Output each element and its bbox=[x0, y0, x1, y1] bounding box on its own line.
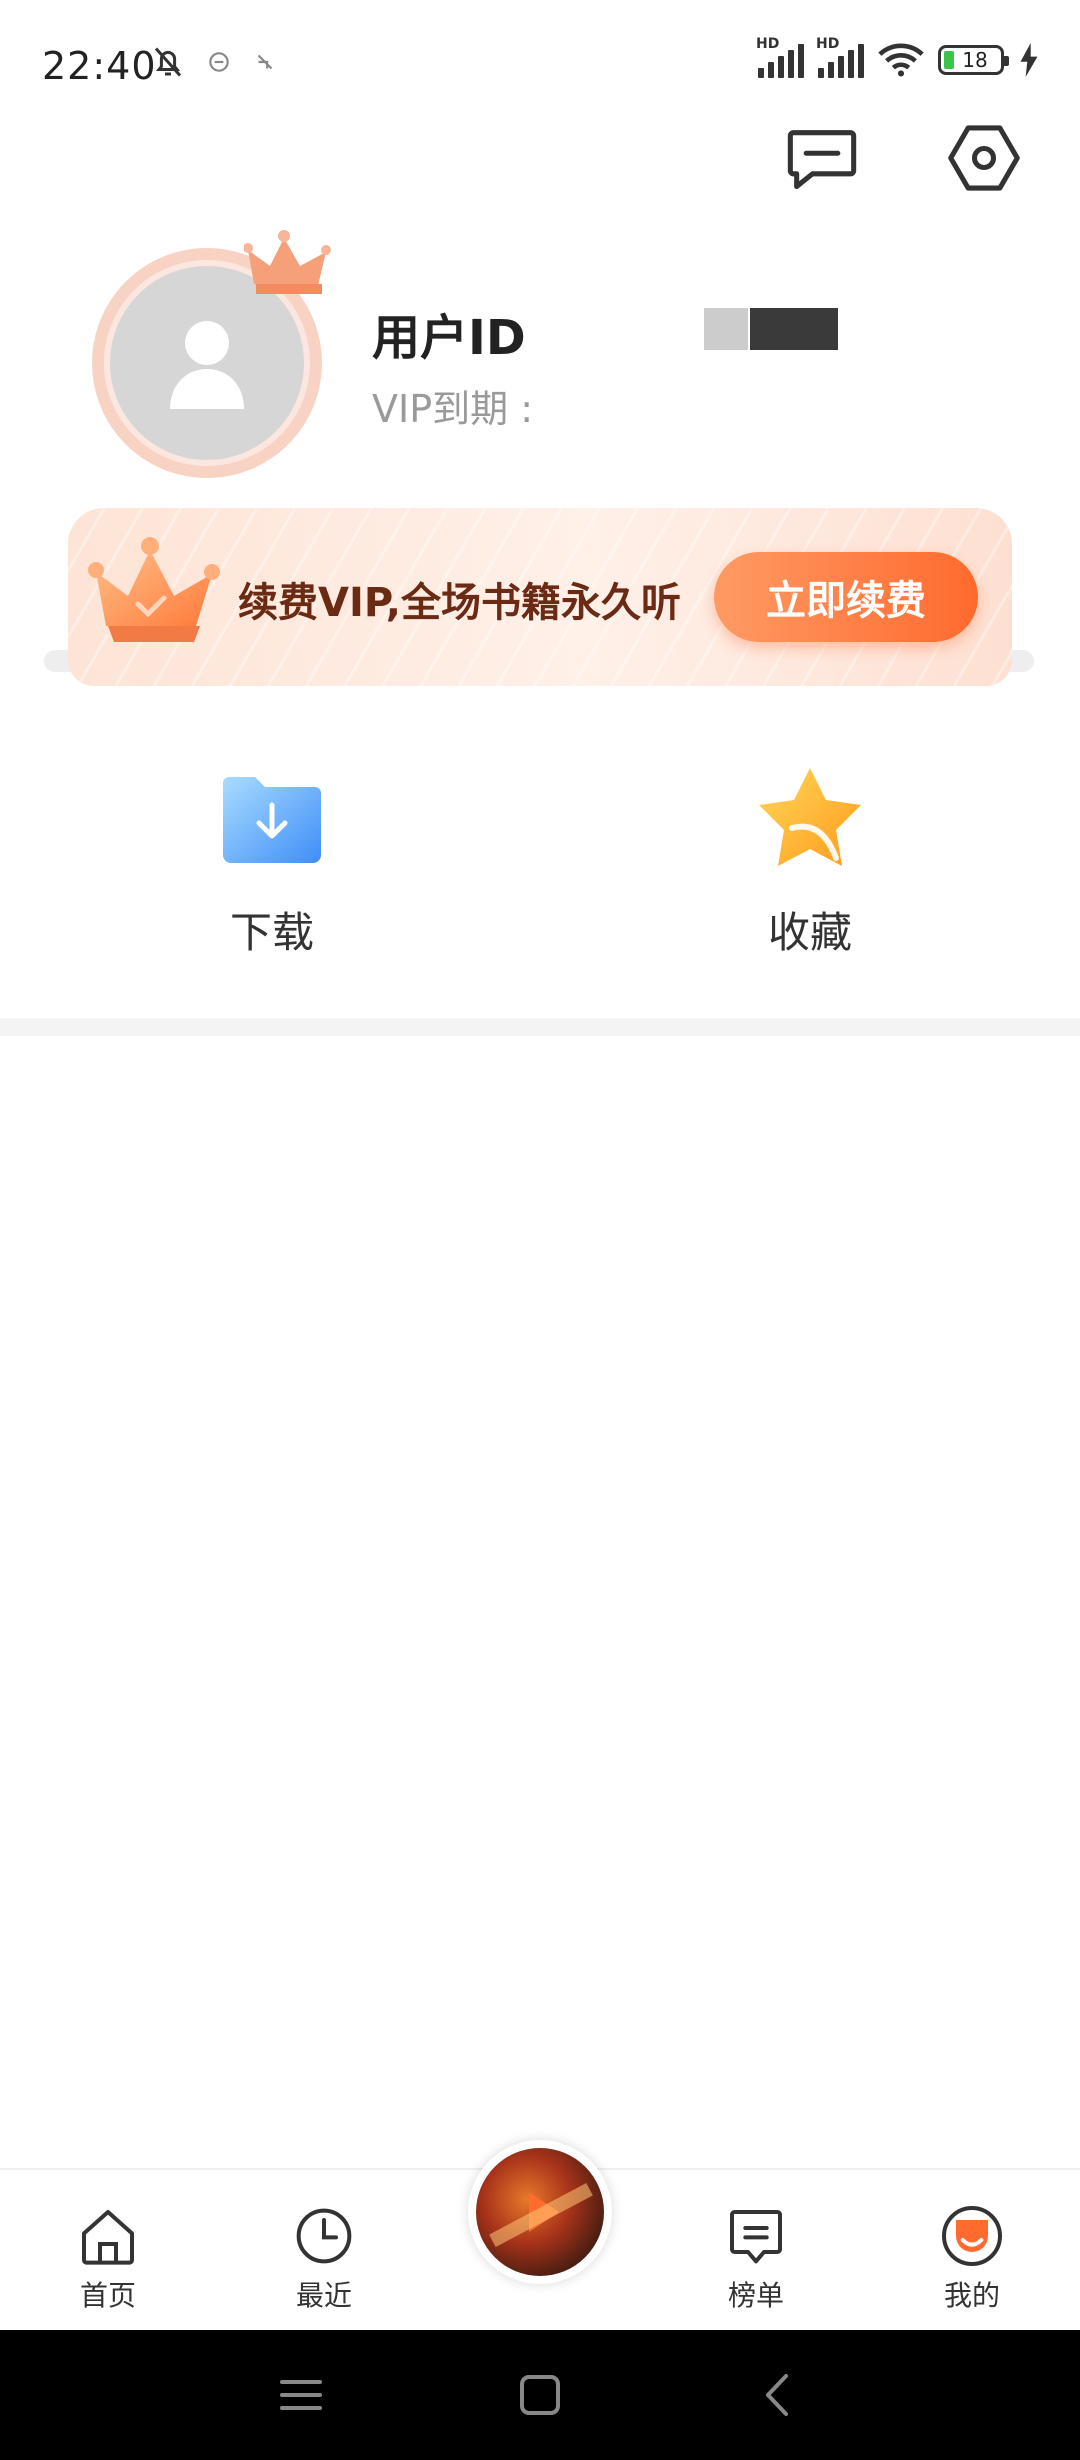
status-time: 22:40 bbox=[42, 44, 157, 88]
default-user-icon bbox=[170, 321, 244, 409]
tab-recent-label: 最近 bbox=[295, 2279, 352, 2312]
status-right-icons: HD HD 18 bbox=[756, 36, 1040, 78]
status-bar: 22:40 HD HD 18 bbox=[0, 0, 1080, 130]
favorites-label: 收藏 bbox=[767, 908, 852, 957]
signal-icon: HD bbox=[756, 36, 804, 78]
vip-promo-text: 续费VIP,全场书籍永久听 bbox=[238, 580, 682, 626]
battery-icon: 18 bbox=[938, 45, 1009, 75]
user-id-label: 用户ID bbox=[372, 310, 526, 366]
crown-badge-icon bbox=[244, 230, 331, 294]
tab-recent[interactable]: 最近 bbox=[264, 2204, 384, 2314]
back-icon[interactable] bbox=[754, 2370, 804, 2420]
tab-ranking-label: 榜单 bbox=[727, 2279, 784, 2312]
battery-level: 18 bbox=[962, 48, 988, 72]
download-label: 下载 bbox=[229, 908, 314, 957]
bell-off-icon bbox=[154, 47, 182, 77]
redacted-id-block bbox=[704, 308, 748, 350]
home-icon bbox=[82, 2210, 134, 2265]
app-notify-icon bbox=[209, 52, 229, 72]
message-icon[interactable] bbox=[784, 120, 860, 196]
settings-hexagon-icon[interactable] bbox=[946, 120, 1022, 196]
system-navigation-bar bbox=[0, 2330, 1080, 2460]
download-shortcut[interactable]: 下载 bbox=[172, 760, 372, 960]
app-notify-icon-2 bbox=[257, 54, 273, 70]
crown-icon bbox=[88, 537, 220, 642]
section-divider bbox=[0, 1018, 1080, 1036]
ranking-icon bbox=[730, 2210, 782, 2264]
vip-renew-banner[interactable]: 续费VIP,全场书籍永久听 立即续费 bbox=[68, 508, 1012, 686]
avatar[interactable] bbox=[92, 230, 331, 478]
now-playing-disc[interactable] bbox=[468, 2140, 612, 2284]
wifi-icon bbox=[878, 43, 924, 77]
signal-icon-2: HD bbox=[816, 36, 864, 78]
home-square-icon[interactable] bbox=[515, 2370, 565, 2420]
favorites-shortcut[interactable]: 收藏 bbox=[710, 760, 910, 960]
renew-now-button[interactable]: 立即续费 bbox=[714, 552, 978, 642]
charging-icon bbox=[1020, 43, 1038, 77]
status-left-icons bbox=[150, 44, 278, 80]
tab-ranking[interactable]: 榜单 bbox=[696, 2204, 816, 2314]
tab-home-label: 首页 bbox=[79, 2279, 136, 2312]
tab-mine[interactable]: 我的 bbox=[912, 2204, 1032, 2314]
tab-home[interactable]: 首页 bbox=[48, 2204, 168, 2314]
redacted-id-block-2 bbox=[750, 308, 838, 350]
menu-icon[interactable] bbox=[276, 2370, 326, 2420]
download-folder-icon bbox=[223, 776, 321, 863]
tab-mine-label: 我的 bbox=[943, 2279, 1000, 2312]
profile-screen: 22:40 HD HD 18 用户ID VIP到期: 续费VIP,全场书籍永久… bbox=[0, 0, 1080, 2460]
star-icon bbox=[759, 767, 861, 866]
album-cover bbox=[476, 2148, 604, 2276]
user-id-row: 用户ID bbox=[372, 298, 838, 368]
clock-icon bbox=[296, 2208, 352, 2264]
vip-expire-label: VIP到期 : bbox=[372, 387, 533, 431]
profile-tab-icon bbox=[942, 2206, 1002, 2266]
